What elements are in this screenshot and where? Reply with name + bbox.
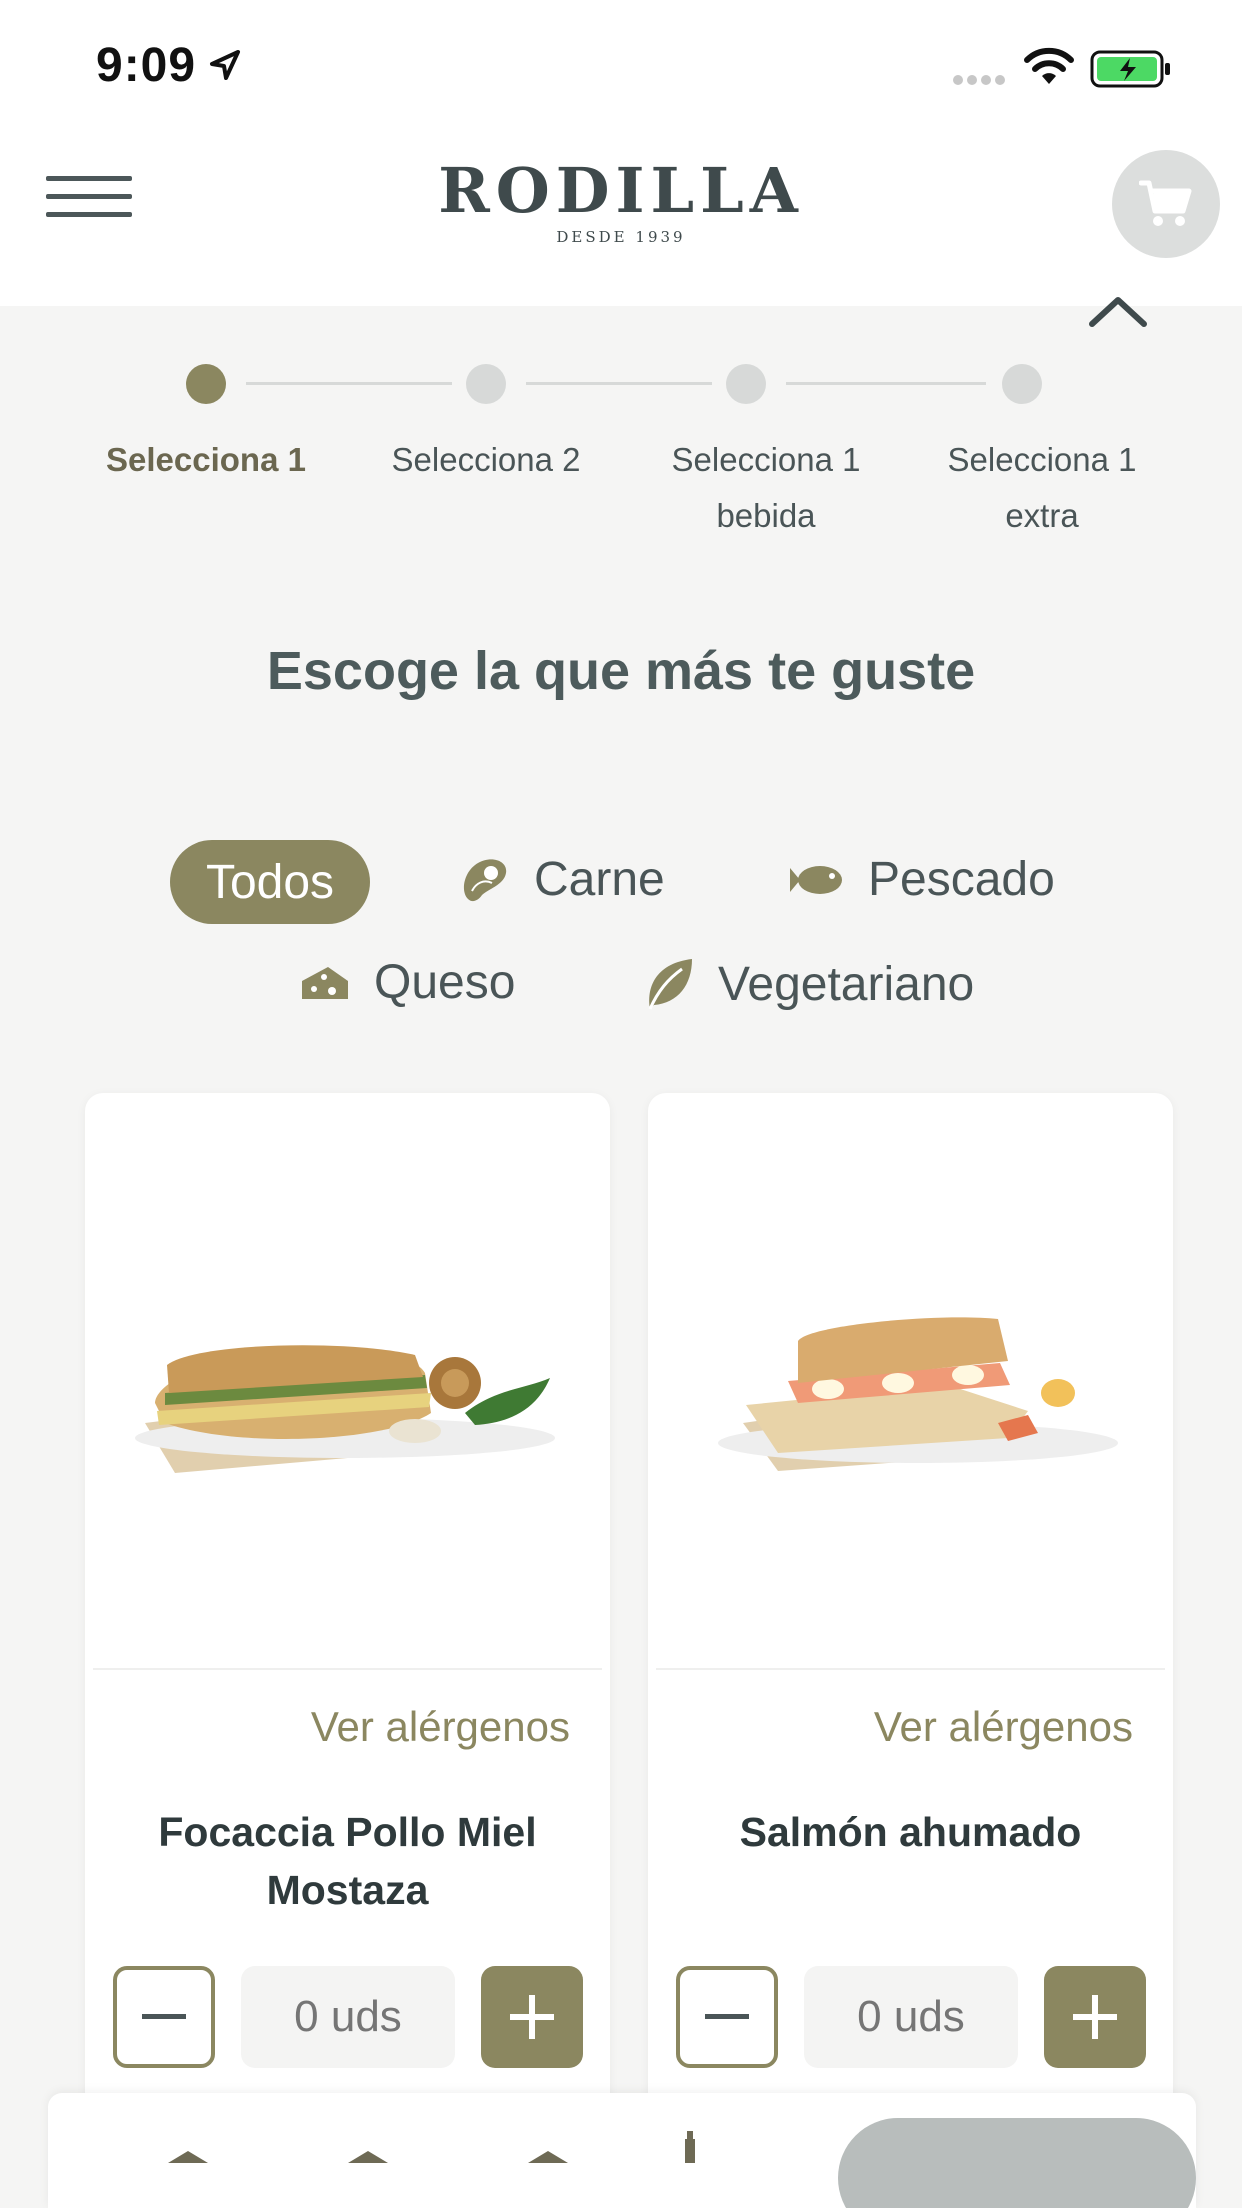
hamburger-icon-bar — [46, 212, 132, 217]
app-header: RODILLA DESDE 1939 — [0, 120, 1242, 306]
step-dot-3 — [726, 364, 766, 404]
step-dot-1 — [186, 364, 226, 404]
step-connector — [526, 382, 712, 385]
filter-vegetarian-label: Vegetariano — [718, 957, 975, 1011]
hamburger-icon — [46, 176, 132, 181]
section-heading: Escoge la que más te guste — [266, 641, 976, 701]
bottom-bar — [48, 2093, 1196, 2208]
card-divider — [93, 1668, 602, 1670]
product-card: Ver alérgenos Focaccia Pollo Miel Mostaz… — [85, 1093, 610, 2208]
meat-icon — [463, 858, 507, 901]
step-connector — [786, 382, 986, 385]
filter-vegetarian[interactable]: Vegetariano — [642, 955, 974, 1013]
minus-icon — [142, 2014, 186, 2019]
status-bar: 9:09 — [0, 0, 1242, 120]
status-time: 9:09 — [96, 39, 197, 92]
brand-logo[interactable]: RODILLA DESDE 1939 — [421, 154, 821, 247]
battery-icon — [1090, 50, 1170, 88]
decrease-button[interactable] — [676, 1966, 778, 2068]
brand-name: RODILLA — [438, 154, 804, 227]
decrease-button[interactable] — [113, 1966, 215, 2068]
product-name: Salmón ahumado — [739, 1809, 1082, 1855]
allergens-link[interactable]: Ver alérgenos — [311, 1703, 570, 1751]
filter-fish-label: Pescado — [868, 853, 1055, 906]
cheese-icon — [302, 966, 348, 999]
chevron-up-icon[interactable] — [1086, 290, 1150, 330]
product-card: Ver alérgenos Salmón ahumado — [648, 1093, 1173, 2208]
minus-icon — [705, 2014, 749, 2019]
location-arrow-icon — [210, 50, 240, 80]
step-label-2[interactable]: Selecciona 2 — [371, 432, 601, 488]
filter-fish[interactable]: Pescado — [786, 852, 1055, 907]
plus-icon — [1073, 1995, 1117, 2039]
quantity-field[interactable] — [804, 1966, 1018, 2068]
filter-cheese-label: Queso — [374, 956, 516, 1009]
step-indicator-icons — [168, 2131, 695, 2163]
filter-meat[interactable]: Carne — [458, 852, 665, 907]
step-label-4[interactable]: Selecciona 1 extra — [927, 432, 1157, 544]
step-label-3[interactable]: Selecciona 1 bebida — [651, 432, 881, 544]
cart-icon — [1139, 180, 1192, 226]
plus-icon — [510, 1995, 554, 2039]
filter-cheese[interactable]: Queso — [298, 955, 515, 1010]
product-image[interactable] — [85, 1093, 610, 1668]
product-name: Focaccia Pollo Miel Mostaza — [158, 1809, 537, 1913]
signal-icon — [953, 75, 1005, 85]
increase-button[interactable] — [481, 1966, 583, 2068]
leaf-icon — [648, 959, 692, 1010]
menu-button[interactable] — [46, 176, 132, 222]
product-image[interactable] — [648, 1093, 1173, 1668]
step-dot-4 — [1002, 364, 1042, 404]
brand-tagline: DESDE 1939 — [556, 228, 686, 246]
hamburger-icon-bar — [46, 194, 132, 199]
wifi-icon — [1024, 47, 1074, 84]
filter-all[interactable]: Todos — [170, 840, 370, 924]
step-connector — [246, 382, 452, 385]
cart-button[interactable] — [1112, 150, 1220, 258]
quantity-field[interactable] — [241, 1966, 455, 2068]
step-dot-2 — [466, 364, 506, 404]
card-divider — [656, 1668, 1165, 1670]
increase-button[interactable] — [1044, 1966, 1146, 2068]
allergens-link[interactable]: Ver alérgenos — [874, 1703, 1133, 1751]
fish-icon — [790, 865, 842, 894]
continue-button[interactable] — [838, 2118, 1196, 2208]
filter-meat-label: Carne — [534, 853, 665, 906]
step-label-1[interactable]: Selecciona 1 — [91, 432, 321, 488]
